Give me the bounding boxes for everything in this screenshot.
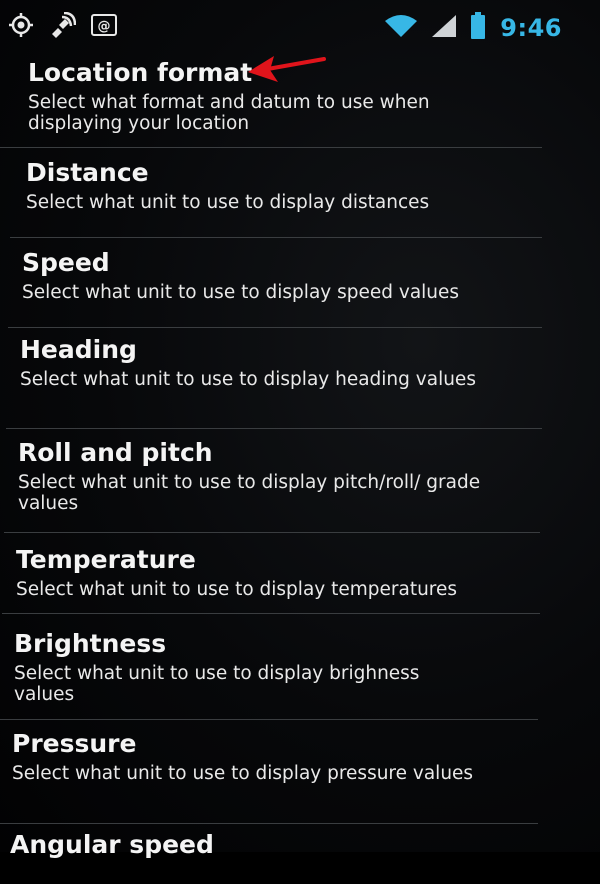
- setting-title: Heading: [20, 335, 137, 364]
- setting-summary: Select what format and datum to use when…: [28, 92, 430, 134]
- setting-title: Roll and pitch: [18, 438, 213, 467]
- setting-title: Distance: [26, 158, 149, 187]
- setting-summary: Select what unit to use to display pitch…: [18, 472, 481, 514]
- setting-roll-and-pitch[interactable]: Roll and pitch Select what unit to use t…: [4, 429, 540, 533]
- setting-pressure[interactable]: Pressure Select what unit to use to disp…: [0, 720, 538, 824]
- battery-icon: [470, 12, 486, 44]
- gps-icon: [8, 12, 34, 42]
- setting-title: Brightness: [14, 629, 167, 658]
- email-notification-icon: @: [90, 12, 118, 42]
- setting-summary: Select what unit to use to display tempe…: [16, 579, 458, 600]
- settings-list: Location format Select what format and d…: [0, 50, 600, 884]
- clock: 9:46: [500, 14, 562, 42]
- setting-heading[interactable]: Heading Select what unit to use to displ…: [6, 328, 542, 429]
- system-status-icons: 9:46: [384, 12, 562, 44]
- setting-title: Angular speed: [10, 830, 214, 859]
- setting-summary: Select what unit to use to display dista…: [26, 192, 430, 213]
- satellite-signal-icon: [48, 11, 77, 42]
- setting-distance[interactable]: Distance Select what unit to use to disp…: [10, 148, 542, 238]
- setting-angular-speed[interactable]: Angular speed: [0, 824, 538, 884]
- notification-icons: @: [8, 11, 118, 42]
- setting-summary: Select what unit to use to display press…: [12, 763, 474, 784]
- setting-summary: Select what unit to use to display speed…: [22, 282, 460, 303]
- setting-brightness[interactable]: Brightness Select what unit to use to di…: [0, 614, 538, 720]
- cell-signal-icon: [430, 13, 458, 43]
- status-bar: @ 9:46: [0, 0, 600, 50]
- setting-temperature[interactable]: Temperature Select what unit to use to d…: [2, 533, 540, 614]
- setting-summary: Select what unit to use to display brigh…: [14, 663, 420, 705]
- wifi-icon: [384, 13, 418, 43]
- setting-speed[interactable]: Speed Select what unit to use to display…: [8, 238, 542, 328]
- setting-summary: Select what unit to use to display headi…: [20, 369, 476, 390]
- annotation-arrow-icon: [248, 56, 326, 82]
- setting-title: Temperature: [16, 545, 196, 574]
- setting-title: Pressure: [12, 729, 137, 758]
- setting-title: Speed: [22, 248, 110, 277]
- svg-text:@: @: [98, 19, 111, 34]
